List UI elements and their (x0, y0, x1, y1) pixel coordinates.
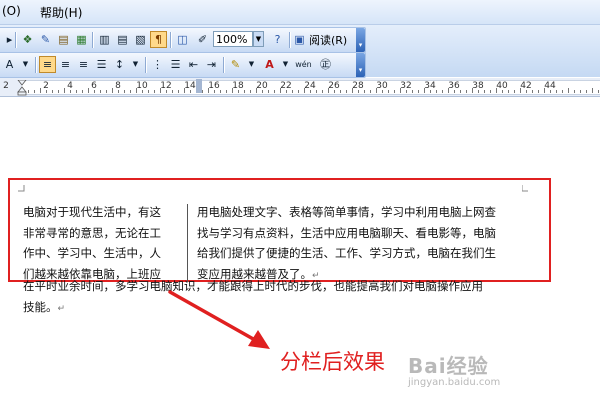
watermark-url: jingyan.baidu.com (408, 377, 501, 388)
annotation-caption: 分栏后效果 (280, 350, 385, 374)
watermark-logo-text: Bai经验 (408, 354, 489, 378)
annotation-arrow (168, 290, 270, 349)
baidu-jingyan-watermark: Bai经验 jingyan.baidu.com (408, 350, 500, 388)
